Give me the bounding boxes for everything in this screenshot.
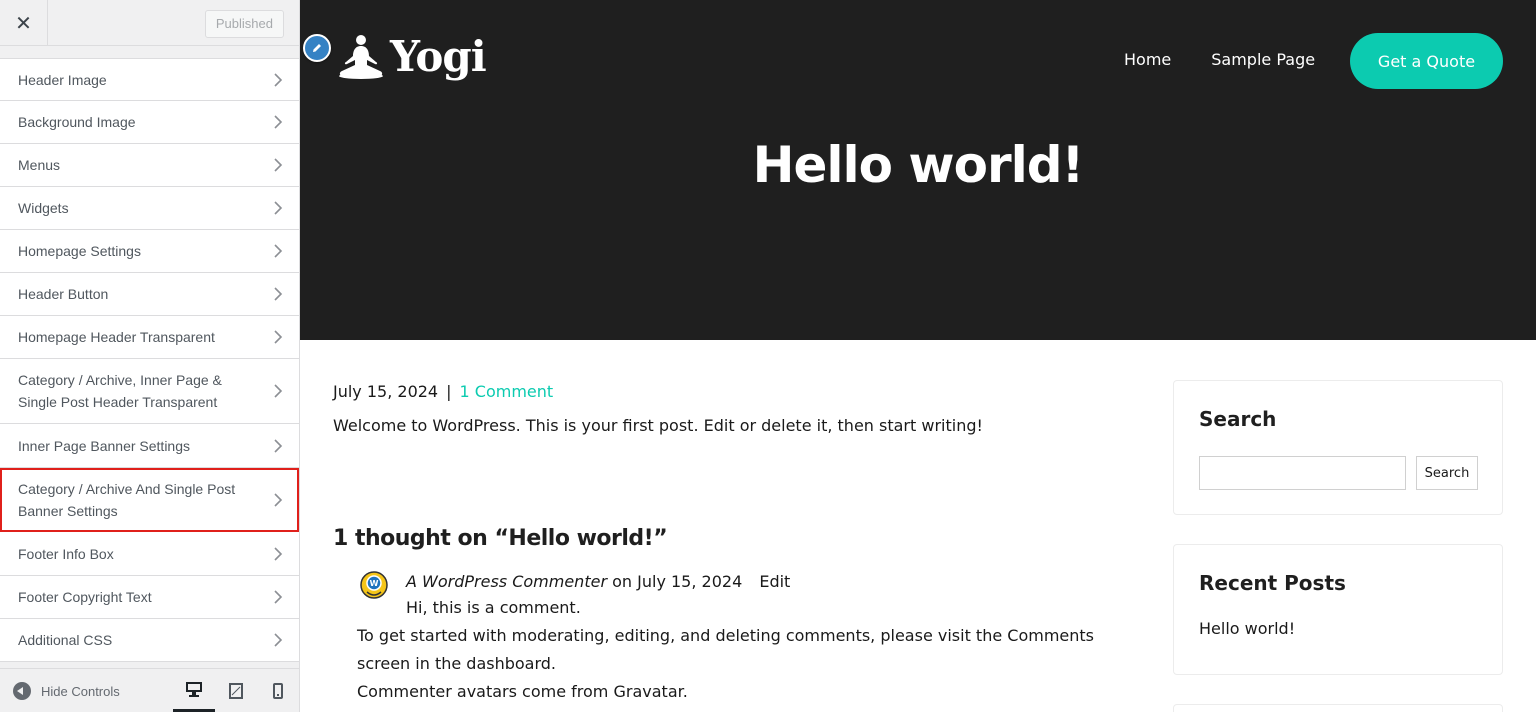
customizer-section-label: Homepage Header Transparent [18,329,215,345]
site-header: Yogi Home Sample Page Get a Quote Hello … [300,0,1536,340]
customizer-section-item[interactable]: Menus [0,144,299,187]
customizer-section-list: Header Image Background Image Menus Widgets… [0,58,299,662]
chevron-right-icon [274,330,283,344]
post-meta: July 15, 2024 | 1 Comment [333,380,1133,404]
post-date: July 15, 2024 [333,382,439,401]
post-content: July 15, 2024 | 1 Comment Welcome to WordP… [333,380,1133,435]
chevron-right-icon [274,633,283,647]
comment-edit-link[interactable]: Edit [759,572,790,591]
customizer-section-label: Inner Page Banner Settings [18,437,191,454]
comment-text: Commenter avatars come from [357,682,614,701]
chevron-right-icon [274,244,283,258]
search-button[interactable]: Search [1416,456,1478,490]
customizer-section-item[interactable]: Widgets [0,187,299,230]
avatar: W [360,571,388,599]
customizer-section-item[interactable]: Background Image [0,101,299,144]
chevron-right-icon [274,158,283,172]
chevron-right-icon [274,287,283,301]
chevron-right-icon [274,201,283,215]
chevron-right-icon [274,115,283,129]
meta-separator: | [446,382,452,401]
chevron-right-icon [274,438,283,453]
hide-controls-button[interactable]: Hide Controls [13,669,120,712]
site-title: Yogi [390,32,487,81]
mobile-icon [273,683,283,699]
pencil-icon [313,44,321,52]
comment-line: To get started with moderating, editing,… [357,626,1094,673]
customizer-section-item[interactable]: Category / Archive And Single Post Banne… [0,468,299,532]
post-body: Welcome to WordPress. This is your first… [333,416,983,435]
svg-text:W: W [370,579,379,588]
search-widget-title: Search [1199,407,1277,431]
nav-link-sample-page[interactable]: Sample Page [1211,50,1315,69]
chevron-right-icon [274,384,283,398]
customizer-panel: ✕ Published Header Image Background Image… [0,0,300,712]
customizer-section-label: Header Button [18,286,109,302]
chevron-right-icon [274,546,283,561]
customizer-section-item[interactable]: Header Button [0,273,299,316]
site-preview: Yogi Home Sample Page Get a Quote Hello … [300,0,1536,712]
gravatar-link[interactable]: Gravatar [613,682,682,701]
chevron-right-icon [274,590,283,604]
get-a-quote-button[interactable]: Get a Quote [1350,33,1503,89]
customizer-section-label: Background Image [18,114,136,130]
customizer-section-item[interactable]: Footer Info Box [0,532,299,576]
yoga-figure-icon [339,34,383,79]
nav-link-home[interactable]: Home [1124,50,1171,69]
desktop-icon [186,682,202,697]
edit-shortcut-button[interactable] [303,34,331,62]
comment-line: Commenter avatars come from Gravatar. [357,678,1117,706]
comments-title: 1 thought on “Hello world!” [333,526,668,551]
customizer-section-label: Footer Copyright Text [18,589,152,605]
mobile-preview-button[interactable] [257,669,299,712]
hide-controls-label: Hide Controls [41,683,120,699]
desktop-preview-button[interactable] [173,669,215,712]
customizer-section-item[interactable]: Additional CSS [0,619,299,662]
customizer-footer: Hide Controls [0,668,299,712]
customizer-section-label: Widgets [18,200,69,216]
tablet-preview-button[interactable] [215,669,257,712]
site-logo[interactable]: Yogi [336,32,487,81]
customizer-section-label: Menus [18,157,61,173]
search-input[interactable] [1199,456,1406,490]
recent-posts-widget: Recent Posts Hello world! [1173,544,1503,675]
sidebar-widget [1173,704,1503,712]
customizer-header: ✕ Published [0,0,299,46]
customizer-section-item[interactable]: Homepage Settings [0,230,299,273]
comment-first-line: Hi, this is a comment. [406,598,581,617]
customizer-section-item[interactable]: Homepage Header Transparent [0,316,299,359]
customizer-section-item[interactable]: Category / Archive, Inner Page & Single … [0,359,299,424]
page-title: Hello world! [752,136,1085,194]
customizer-section-label: Category / Archive And Single Post Banne… [18,480,236,519]
customizer-section-label: Category / Archive, Inner Page & Single … [18,372,222,410]
chevron-right-icon [274,72,283,87]
comment-meta: A WordPress Commenter on July 15, 2024 E… [406,572,790,591]
close-icon[interactable]: ✕ [0,0,48,45]
search-widget: Search Search [1173,380,1503,515]
tablet-icon [229,683,243,699]
customizer-section-item[interactable]: Inner Page Banner Settings [0,424,299,468]
comment-author[interactable]: A WordPress Commenter [406,572,607,591]
customizer-section-item[interactable]: Header Image [0,58,299,101]
comment-date[interactable]: July 15, 2024 [637,572,742,591]
customizer-section-label: Homepage Settings [18,243,141,259]
recent-posts-title: Recent Posts [1199,571,1346,595]
customizer-section-label: Additional CSS [18,632,113,648]
primary-nav: Home Sample Page [1124,50,1355,69]
recent-post-link[interactable]: Hello world! [1199,619,1295,638]
comments-count-link[interactable]: 1 Comment [460,382,554,401]
comment-text: . [682,682,688,701]
customizer-section-label: Header Image [18,71,107,88]
comment-body: To get started with moderating, editing,… [357,622,1117,706]
customizer-section-item[interactable]: Footer Copyright Text [0,576,299,619]
comment-on-word: on [612,572,633,591]
chevron-right-icon [274,492,283,507]
customizer-section-label: Footer Info Box [18,545,114,562]
published-button: Published [204,10,284,38]
collapse-icon [13,682,31,700]
